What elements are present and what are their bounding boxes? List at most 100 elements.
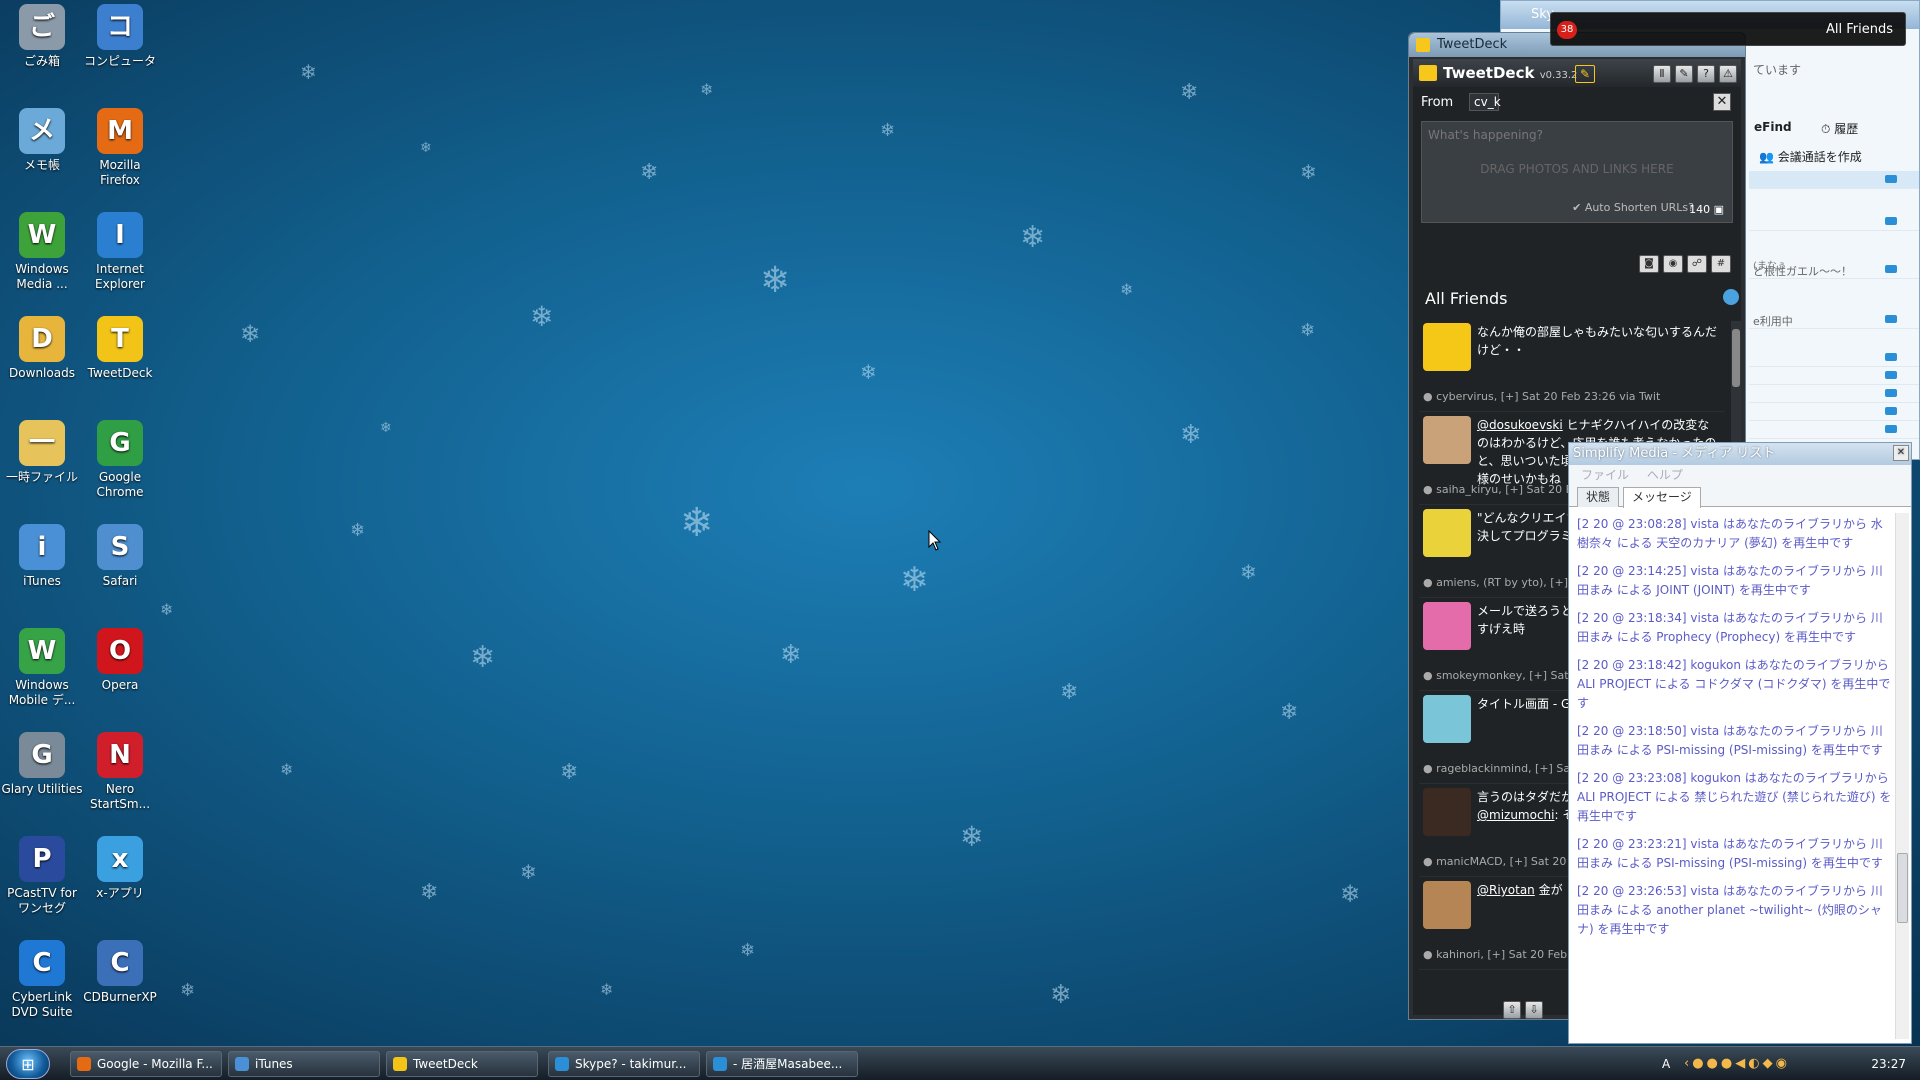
tab-status[interactable]: 状態	[1577, 487, 1620, 507]
desktop-icon[interactable]: D Downloads	[0, 316, 84, 381]
skype-find-button[interactable]: eFind	[1754, 120, 1792, 134]
tweet-input[interactable]: What's happening? DRAG PHOTOS AND LINKS …	[1421, 121, 1733, 223]
folder-icon: D	[19, 316, 65, 362]
desktop-icon[interactable]: I Internet Explorer	[78, 212, 162, 292]
desktop-icon[interactable]: C CyberLink DVD Suite	[0, 940, 84, 1020]
taskbar-button[interactable]: Skype? - takimur...	[548, 1051, 700, 1077]
from-account-select[interactable]: cv_k	[1469, 93, 1501, 111]
skype-contact-row[interactable]	[1749, 367, 1919, 385]
skype-conference-button[interactable]: 👥 会議通話を作成	[1759, 148, 1862, 165]
tab-messages[interactable]: メッセージ	[1623, 487, 1701, 508]
send-icon[interactable]: ▣	[1714, 203, 1724, 216]
camera-icon[interactable]: ◙	[1639, 255, 1659, 273]
hashtag-icon[interactable]: #	[1711, 255, 1731, 273]
desktop-icon[interactable]: G Glary Utilities	[0, 732, 84, 797]
snowflake-shape: ❄	[1280, 700, 1299, 725]
desktop-icon-label: Windows Mobile デ...	[8, 678, 76, 707]
mention-link[interactable]: @mizumochi	[1477, 808, 1555, 822]
mention-link[interactable]: @Riyotan	[1477, 883, 1535, 897]
desktop-icon[interactable]: N Nero StartSm...	[78, 732, 162, 812]
desktop-icon[interactable]: ココンピュータ	[78, 4, 162, 69]
refresh-icon[interactable]	[1723, 289, 1739, 305]
snowflake-shape: ❄	[740, 940, 756, 961]
skype-contact-row[interactable]: e利用中	[1749, 311, 1919, 329]
desktop-icon-label: TweetDeck	[87, 366, 153, 380]
avatar[interactable]	[1423, 509, 1471, 557]
close-icon[interactable]: ✕	[1713, 93, 1731, 111]
alert-icon[interactable]: ⚠	[1719, 65, 1737, 83]
avatar[interactable]	[1423, 323, 1471, 371]
menu-help[interactable]: ヘルプ	[1647, 468, 1683, 482]
settings-icon[interactable]: ✎	[1675, 65, 1693, 83]
notification-label: All Friends	[1826, 22, 1893, 37]
desktop-icon[interactable]: S Safari	[78, 524, 162, 589]
taskbar: ⊞ Google - Mozilla F... iTunes TweetDeck Sk…	[0, 1046, 1920, 1080]
desktop-icon[interactable]: G Google Chrome	[78, 420, 162, 500]
avatar[interactable]	[1423, 881, 1471, 929]
tweet-body: 金が	[1534, 883, 1563, 897]
desktop-icon[interactable]: M Mozilla Firefox	[78, 108, 162, 188]
message-list[interactable]: [2 20 @ 23:08:28] vista はあなたのライブラリから 水樹奈…	[1577, 515, 1893, 1033]
desktop-icon[interactable]: C CDBurnerXP	[78, 940, 162, 1005]
column-down-icon[interactable]: ⇩	[1525, 1001, 1543, 1019]
cdburner-icon: C	[97, 940, 143, 986]
menu-file[interactable]: ファイル	[1581, 468, 1629, 482]
desktop-icon[interactable]: P PCastTV for ワンセグ	[0, 836, 84, 916]
taskbar-button[interactable]: iTunes	[228, 1051, 380, 1077]
tweetdeck-window-title: TweetDeck	[1437, 37, 1508, 52]
video-icon	[1885, 315, 1897, 323]
snowflake-shape: ❄	[1300, 160, 1317, 184]
avatar[interactable]	[1423, 602, 1471, 650]
desktop-icon-label: Glary Utilities	[1, 782, 83, 796]
skype-contact-row[interactable]	[1749, 385, 1919, 403]
taskbar-button-label: Google - Mozilla F...	[97, 1057, 213, 1071]
shorten-icon[interactable]: ☍	[1687, 255, 1707, 273]
column-up-icon[interactable]: ⇧	[1503, 1001, 1521, 1019]
avatar[interactable]	[1423, 788, 1471, 836]
tray-icons[interactable]: ‹●●●◀◐◆◉	[1684, 1056, 1790, 1071]
feed-scroll-thumb[interactable]	[1732, 329, 1740, 387]
close-icon[interactable]: ✕	[1893, 445, 1909, 461]
desktop-icon[interactable]: i iTunes	[0, 524, 84, 589]
desktop-icon[interactable]: x x-アプリ	[78, 836, 162, 901]
desktop-icon[interactable]: T TweetDeck	[78, 316, 162, 381]
compose-icon[interactable]: ✎	[1575, 65, 1595, 83]
avatar[interactable]	[1423, 695, 1471, 743]
location-icon[interactable]: ◉	[1663, 255, 1683, 273]
desktop-icon[interactable]: ごごみ箱	[0, 4, 84, 69]
taskbar-button[interactable]: TweetDeck	[386, 1051, 538, 1077]
desktop-icon[interactable]: メメモ帳	[0, 108, 84, 173]
taskbar-app-icon	[555, 1057, 569, 1071]
snowflake-shape: ❄	[350, 520, 366, 541]
tweet-item[interactable]: なんか俺の部屋しゃもみたいな匂いするんだけど・・ ● cybervirus, [+…	[1419, 319, 1725, 412]
message-item: [2 20 @ 23:18:50] vista はあなたのライブラリから 川田ま…	[1577, 724, 1883, 757]
skype-contact-row[interactable]	[1749, 213, 1919, 231]
tweetdeck-logo-icon	[1419, 65, 1437, 81]
simplify-media-window[interactable]: Simplify Media - メディア リスト ✕ ファイル ヘルプ 状態 …	[1568, 442, 1912, 1044]
skype-contact-row[interactable]	[1749, 421, 1919, 439]
desktop-icon[interactable]: 一一時ファイル	[0, 420, 84, 485]
start-button[interactable]: ⊞	[6, 1049, 50, 1079]
skype-history-button[interactable]: ⏱ 履歴	[1821, 120, 1858, 137]
taskbar-button[interactable]: - 居酒屋Masabee...	[706, 1051, 858, 1077]
help-icon[interactable]: ?	[1697, 65, 1715, 83]
skype-contact-row[interactable]	[1749, 171, 1919, 189]
simplify-titlebar[interactable]: Simplify Media - メディア リスト ✕	[1569, 443, 1911, 465]
video-icon	[1885, 175, 1897, 183]
snowflake-shape: ❄	[1180, 80, 1199, 105]
avatar[interactable]	[1423, 416, 1471, 464]
taskbar-button[interactable]: Google - Mozilla F...	[70, 1051, 222, 1077]
skype-contact-row[interactable]	[1749, 403, 1919, 421]
all-friends-notification[interactable]: 38 All Friends	[1550, 12, 1906, 46]
tweetdeck-version: v0.33.2	[1539, 70, 1578, 81]
desktop-icon[interactable]: O Opera	[78, 628, 162, 693]
mention-link[interactable]: @dosukoevski	[1477, 418, 1563, 432]
desktop-icon[interactable]: W Windows Mobile デ...	[0, 628, 84, 708]
pcasttv-icon: P	[19, 836, 65, 882]
desktop-icon[interactable]: W Windows Media ...	[0, 212, 84, 292]
message-scroll-thumb[interactable]	[1897, 853, 1908, 923]
auto-shorten-checkbox[interactable]: ✔ Auto Shorten URLs?	[1572, 201, 1694, 214]
skype-contact-row[interactable]	[1749, 349, 1919, 367]
pause-icon[interactable]: Ⅱ	[1653, 65, 1671, 83]
message-scrollbar[interactable]	[1895, 513, 1909, 1039]
